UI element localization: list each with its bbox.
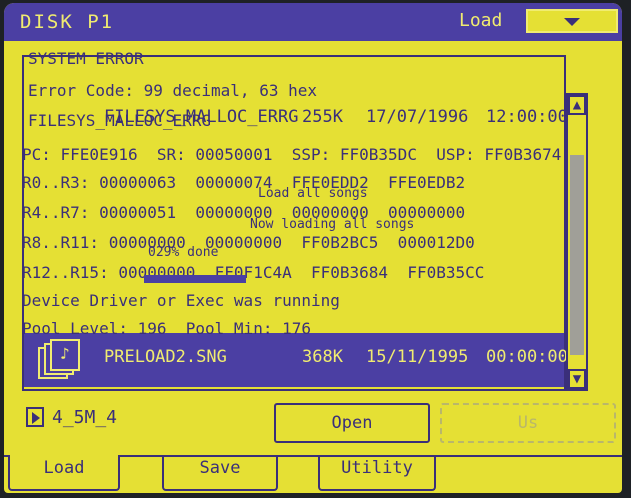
open-button[interactable]: Open bbox=[274, 403, 430, 443]
scroll-down-button[interactable]: ▼ bbox=[568, 369, 586, 389]
error-line: Pool Level: 196 Pool Min: 176 bbox=[22, 319, 311, 338]
error-line: Device Driver or Exec was running bbox=[22, 291, 340, 310]
error-line: R0..R3: 00000063 00000074 FFE0EDD2 FFE0E… bbox=[22, 173, 466, 192]
window-title: DISK P1 bbox=[20, 11, 115, 33]
error-line: PC: FFE0E916 SR: 00050001 SSP: FF0B35DC … bbox=[22, 145, 562, 164]
play-arrow-icon[interactable] bbox=[26, 407, 44, 427]
mode-label: Load bbox=[459, 10, 503, 31]
scrollbar[interactable]: ▲ ▼ bbox=[566, 93, 588, 391]
mode-dropdown-button[interactable] bbox=[526, 9, 618, 33]
song-selector-label: 4_5M_4 bbox=[52, 407, 118, 428]
tab-bar: Load Save Utility bbox=[4, 455, 622, 493]
error-line: FILESYS_MALLOC_ERRG bbox=[28, 111, 212, 130]
chevron-down-icon bbox=[564, 18, 580, 26]
file-row-selected[interactable]: ♪ PRELOAD2.SNG 368K 15/11/1995 00:00:00 bbox=[24, 333, 568, 387]
error-line: Error Code: 99 decimal, 63 hex bbox=[28, 81, 317, 100]
tab-load[interactable]: Load bbox=[8, 455, 120, 491]
song-file-icon: ♪ bbox=[38, 339, 84, 381]
error-heading: SYSTEM ERROR bbox=[28, 49, 144, 68]
file-size: 368K bbox=[302, 347, 343, 367]
file-date: 15/11/1995 bbox=[366, 347, 469, 367]
error-line: R8..R11: 00000000 00000000 FF0B2BC5 0000… bbox=[22, 233, 475, 252]
file-name: PRELOAD2.SNG bbox=[104, 347, 227, 367]
overlay-text: 029% done bbox=[148, 245, 219, 260]
scroll-up-button[interactable]: ▲ bbox=[568, 95, 586, 115]
title-bar: DISK P1 Load bbox=[4, 3, 622, 41]
screen: DISK P1 Load FILESYS_MALLOC_ERRG 255K 17… bbox=[4, 3, 622, 493]
overlay-text: Now loading all songs bbox=[250, 217, 415, 232]
disabled-button: Us bbox=[440, 403, 616, 443]
error-line: R12..R15: 00000000 FF0F1C4A FF0B3684 FF0… bbox=[22, 263, 485, 282]
song-selector[interactable]: 4_5M_4 bbox=[22, 403, 172, 435]
file-time: 00:00:00 bbox=[486, 347, 568, 367]
system-error-overlay: SYSTEM ERROR Error Code: 99 decimal, 63 … bbox=[20, 41, 561, 338]
overlay-text: Load all songs bbox=[258, 186, 368, 201]
scroll-thumb[interactable] bbox=[570, 155, 584, 355]
tab-save[interactable]: Save bbox=[162, 455, 278, 491]
tab-utility[interactable]: Utility bbox=[318, 455, 436, 491]
loading-progress-bar bbox=[144, 275, 246, 283]
